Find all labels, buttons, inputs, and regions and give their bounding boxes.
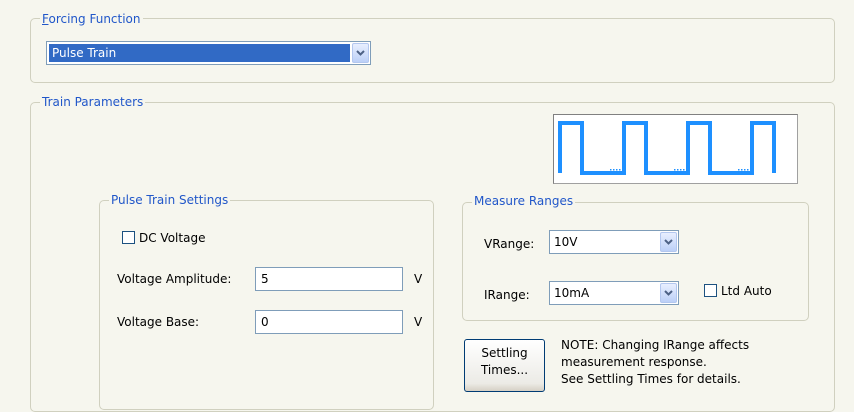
waveform-dot: [741, 169, 743, 171]
vrange-label: VRange:: [484, 237, 535, 251]
dc-voltage-label: DC Voltage: [139, 231, 206, 245]
irange-label: IRange:: [484, 288, 530, 302]
waveform-dot: [616, 169, 618, 171]
chevron-down-icon[interactable]: [660, 232, 677, 252]
waveform-dot: [680, 169, 682, 171]
settling-times-button[interactable]: Settling Times...: [464, 339, 545, 392]
note-line2: measurement response.: [561, 355, 707, 369]
dc-voltage-checkbox[interactable]: [122, 231, 135, 244]
waveform-dot: [619, 169, 621, 171]
voltage-base-unit: V: [414, 315, 423, 329]
voltage-base-input[interactable]: 0: [255, 310, 403, 334]
voltage-amplitude-label: Voltage Amplitude:: [117, 272, 232, 286]
train-parameters-legend: Train Parameters: [40, 94, 146, 110]
vrange-value: 10V: [554, 235, 578, 249]
ltd-auto-label: Ltd Auto: [721, 284, 772, 298]
waveform-line: [558, 121, 776, 175]
voltage-amplitude-input[interactable]: 5: [255, 267, 403, 291]
waveform-dot: [677, 169, 679, 171]
forcing-function-value: Pulse Train: [49, 44, 350, 62]
waveform-dot: [738, 169, 740, 171]
waveform-dot: [610, 169, 612, 171]
chevron-down-icon[interactable]: [352, 43, 369, 63]
ltd-auto-checkbox[interactable]: [704, 284, 717, 297]
waveform-dot: [744, 169, 746, 171]
pulse-train-waveform-icon: [553, 114, 798, 184]
voltage-base-label: Voltage Base:: [117, 315, 200, 329]
waveform-dot: [683, 169, 685, 171]
note-line1: NOTE: Changing IRange affects: [561, 338, 750, 352]
forcing-function-dropdown[interactable]: Pulse Train: [46, 41, 371, 65]
forcing-function-legend: Forcing Function: [40, 11, 143, 27]
settling-times-line2: Times...: [480, 363, 529, 377]
irange-value: 10mA: [554, 286, 590, 300]
waveform-dot: [613, 169, 615, 171]
vrange-dropdown[interactable]: 10V: [549, 230, 679, 254]
pulse-train-settings-legend: Pulse Train Settings: [109, 192, 231, 208]
waveform-dot: [674, 169, 676, 171]
note-line3: See Settling Times for details.: [561, 372, 741, 386]
chevron-down-icon[interactable]: [660, 283, 677, 303]
measure-ranges-legend: Measure Ranges: [472, 193, 576, 209]
settling-times-line1: Settling: [481, 346, 528, 360]
irange-dropdown[interactable]: 10mA: [549, 281, 679, 305]
waveform-dot: [747, 169, 749, 171]
voltage-amplitude-unit: V: [414, 272, 423, 286]
